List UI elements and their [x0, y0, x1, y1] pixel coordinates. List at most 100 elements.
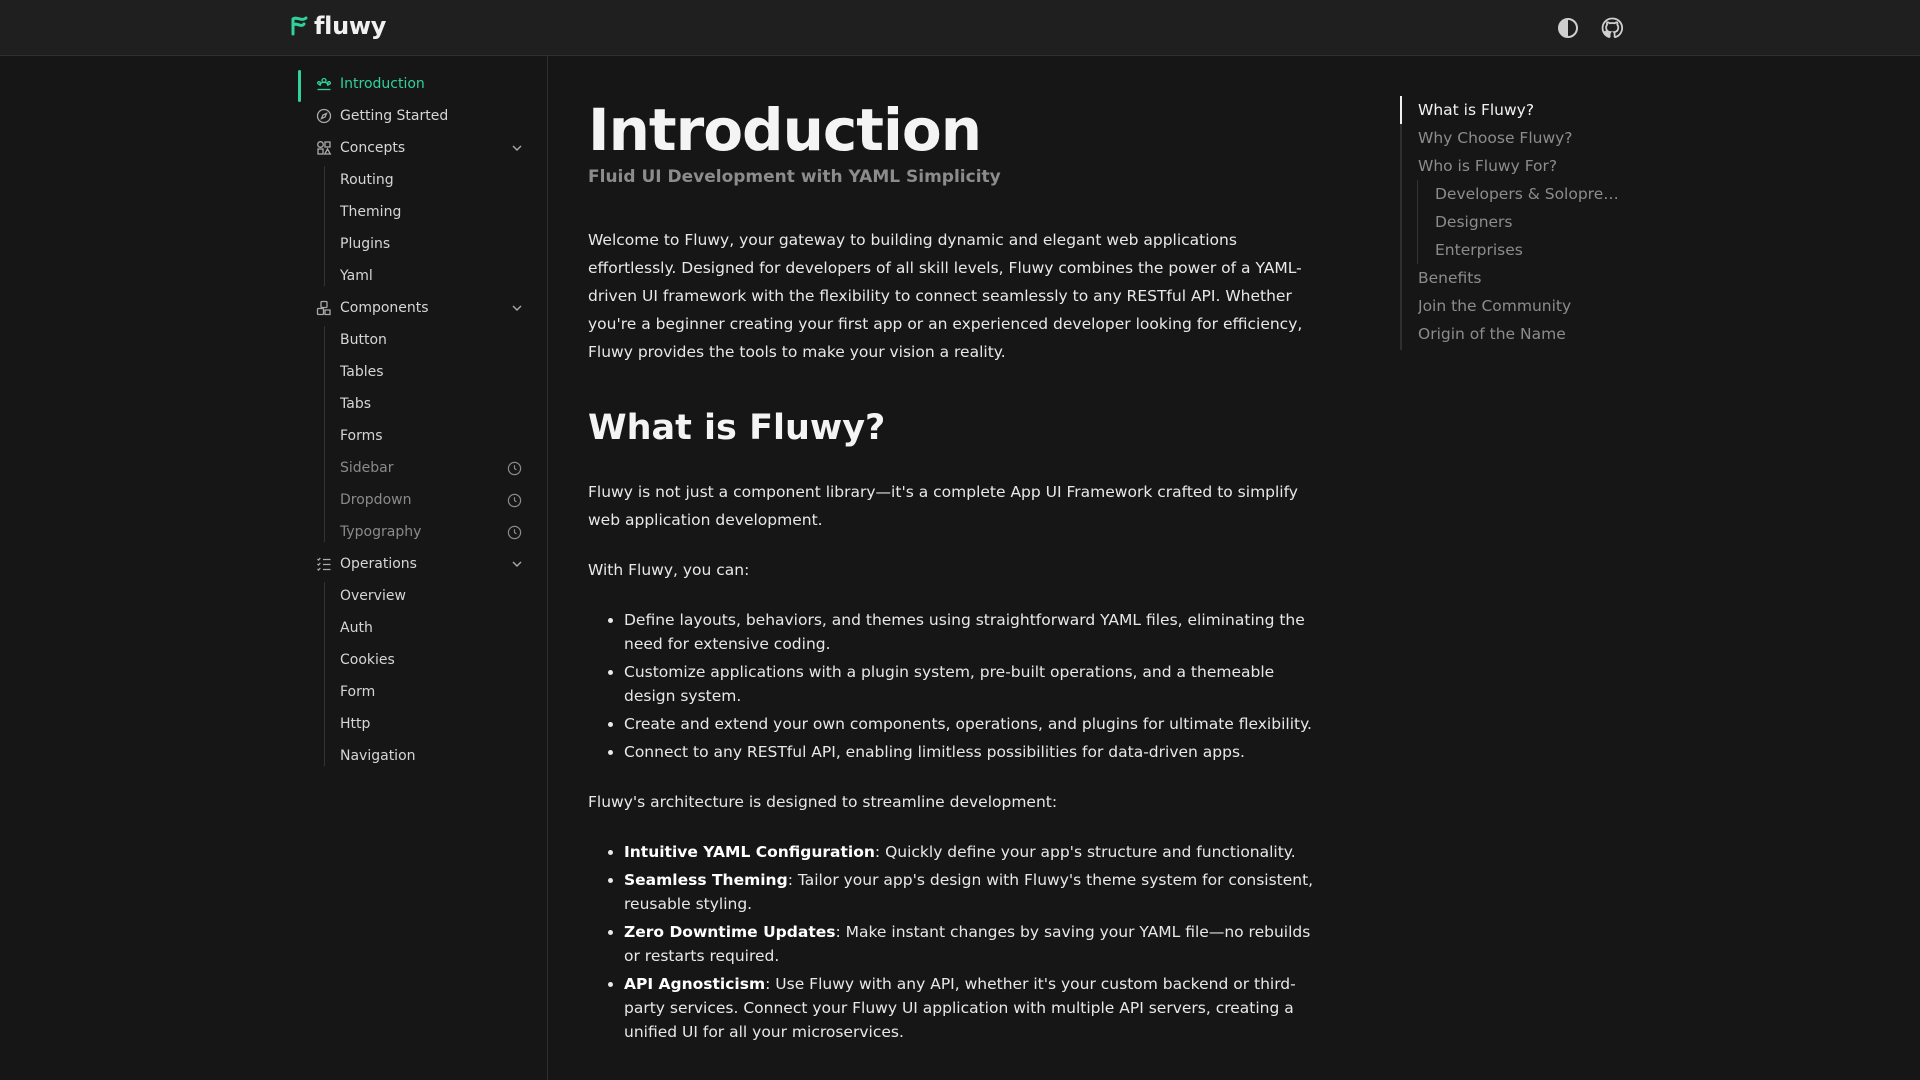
toc-link-who-is-fluwy-for[interactable]: Who is Fluwy For?: [1418, 152, 1624, 180]
section-heading-what-is-fluwy: What is Fluwy?: [588, 408, 886, 448]
sidebar-subitem-label: Sidebar: [340, 460, 394, 476]
toc-link-join-community[interactable]: Join the Community: [1418, 292, 1624, 320]
clock-icon: [507, 461, 522, 475]
chevron-down-icon: [512, 305, 522, 311]
toc-link-developers[interactable]: Developers & Solopreneurs: [1435, 180, 1625, 208]
sidebar-subitem-label: Yaml: [340, 268, 373, 284]
list-item: Zero Downtime Updates: Make instant chan…: [624, 920, 1330, 968]
section-paragraph: Fluwy is not just a component library—it…: [588, 483, 1298, 529]
sidebar-subitem-label: Overview: [340, 588, 406, 604]
sidebar-subitem-label: Navigation: [340, 748, 416, 764]
logo-text: fluwy: [314, 12, 387, 40]
half-circle-icon: [1558, 18, 1578, 38]
sidebar-item-operations[interactable]: Operations: [298, 550, 528, 578]
sidebar-subitem-routing[interactable]: Routing: [340, 166, 528, 194]
components-icon: [316, 300, 332, 316]
section-paragraph: With Fluwy, you can:: [588, 561, 750, 579]
sidebar-item-introduction[interactable]: Introduction: [298, 70, 528, 98]
toc-link-benefits[interactable]: Benefits: [1418, 264, 1624, 292]
sidebar-item-concepts[interactable]: Concepts: [298, 134, 528, 162]
architecture-list: Intuitive YAML Configuration: Quickly de…: [624, 840, 1330, 1048]
sidebar-subitem-overview[interactable]: Overview: [340, 582, 528, 610]
sidebar-subitem-form[interactable]: Form: [340, 678, 528, 706]
sidebar-subitem-yaml[interactable]: Yaml: [340, 262, 528, 290]
list-item: Create and extend your own components, o…: [624, 712, 1330, 736]
sidebar-subitem-sidebar[interactable]: Sidebar: [340, 454, 528, 482]
list-check-icon: [316, 556, 332, 572]
chevron-down-icon: [512, 145, 522, 151]
toc-link-origin-of-name[interactable]: Origin of the Name: [1418, 320, 1624, 348]
sidebar-item-label: Concepts: [340, 140, 406, 156]
sidebar: Introduction Getting Started Concepts Ro…: [0, 56, 548, 1080]
page-title: Introduction: [588, 96, 982, 164]
logo[interactable]: fluwy: [290, 12, 386, 40]
sidebar-subitem-label: Forms: [340, 428, 383, 444]
top-header: fluwy: [0, 0, 1920, 56]
toc-link-why-choose-fluwy[interactable]: Why Choose Fluwy?: [1418, 124, 1624, 152]
sidebar-subitem-auth[interactable]: Auth: [340, 614, 528, 642]
toc-sub-guide-line: [1417, 180, 1418, 264]
sidebar-subitem-button[interactable]: Button: [340, 326, 528, 354]
sidebar-subitem-theming[interactable]: Theming: [340, 198, 528, 226]
github-link[interactable]: [1600, 16, 1624, 40]
toc-link-what-is-fluwy[interactable]: What is Fluwy?: [1418, 96, 1624, 124]
concepts-guide-line: [324, 166, 325, 286]
sidebar-item-label: Operations: [340, 556, 417, 572]
sidebar-item-components[interactable]: Components: [298, 294, 528, 322]
components-guide-line: [324, 326, 325, 542]
sidebar-subitem-tabs[interactable]: Tabs: [340, 390, 528, 418]
sidebar-subitem-label: Plugins: [340, 236, 391, 252]
list-term: Intuitive YAML Configuration: [624, 843, 875, 861]
compass-icon: [316, 108, 332, 124]
list-item: Intuitive YAML Configuration: Quickly de…: [624, 840, 1330, 864]
page-subtitle: Fluid UI Development with YAML Simplicit…: [588, 167, 1001, 187]
sidebar-subitem-label: Theming: [340, 204, 402, 220]
architecture-paragraph: Fluwy's architecture is designed to stre…: [588, 793, 1058, 811]
sidebar-subitem-cookies[interactable]: Cookies: [340, 646, 528, 674]
toc-link-designers[interactable]: Designers: [1435, 208, 1625, 236]
fluwy-logo-icon: [291, 16, 308, 36]
sidebar-subitem-label: Dropdown: [340, 492, 412, 508]
toc-rail: [1400, 96, 1402, 350]
sidebar-subitem-label: Tabs: [340, 396, 371, 412]
clock-icon: [507, 525, 522, 539]
sidebar-item-label: Introduction: [340, 76, 425, 92]
sidebar-subitem-label: Routing: [340, 172, 394, 188]
sidebar-item-getting-started[interactable]: Getting Started: [298, 102, 528, 130]
list-item: Connect to any RESTful API, enabling lim…: [624, 740, 1330, 764]
intro-paragraph: Welcome to Fluwy, your gateway to buildi…: [588, 231, 1303, 361]
sidebar-subitem-navigation[interactable]: Navigation: [340, 742, 528, 770]
list-item: Define layouts, behaviors, and themes us…: [624, 608, 1330, 656]
sidebar-subitem-forms[interactable]: Forms: [340, 422, 528, 450]
clock-icon: [507, 493, 522, 507]
list-item: Customize applications with a plugin sys…: [624, 660, 1330, 708]
sliders-users-icon: [316, 76, 332, 92]
theme-toggle-button[interactable]: [1556, 16, 1580, 40]
sidebar-subitem-label: Auth: [340, 620, 373, 636]
chevron-down-icon: [512, 561, 522, 567]
github-icon: [1601, 17, 1624, 39]
sidebar-subitem-label: Button: [340, 332, 387, 348]
sidebar-subitem-dropdown[interactable]: Dropdown: [340, 486, 528, 514]
toc-link-enterprises[interactable]: Enterprises: [1435, 236, 1625, 264]
sidebar-subitem-typography[interactable]: Typography: [340, 518, 528, 546]
list-term: Seamless Theming: [624, 871, 788, 889]
sidebar-subitem-tables[interactable]: Tables: [340, 358, 528, 386]
toc-active-indicator: [1400, 96, 1402, 124]
sidebar-item-label: Components: [340, 300, 429, 316]
sidebar-item-label: Getting Started: [340, 108, 449, 124]
capabilities-list: Define layouts, behaviors, and themes us…: [624, 608, 1330, 768]
sidebar-subitem-label: Http: [340, 716, 371, 732]
sidebar-subitem-plugins[interactable]: Plugins: [340, 230, 528, 258]
sidebar-subitem-label: Cookies: [340, 652, 395, 668]
list-term: API Agnosticism: [624, 975, 766, 993]
sidebar-subitem-http[interactable]: Http: [340, 710, 528, 738]
list-term: Zero Downtime Updates: [624, 923, 836, 941]
list-item: API Agnosticism: Use Fluwy with any API,…: [624, 972, 1330, 1044]
sidebar-subitem-label: Tables: [340, 364, 384, 380]
sidebar-subitem-label: Typography: [340, 524, 422, 540]
sidebar-subitem-label: Form: [340, 684, 376, 700]
list-item: Seamless Theming: Tailor your app's desi…: [624, 868, 1330, 916]
operations-guide-line: [324, 582, 325, 766]
list-desc: : Quickly define your app's structure an…: [874, 843, 1296, 861]
